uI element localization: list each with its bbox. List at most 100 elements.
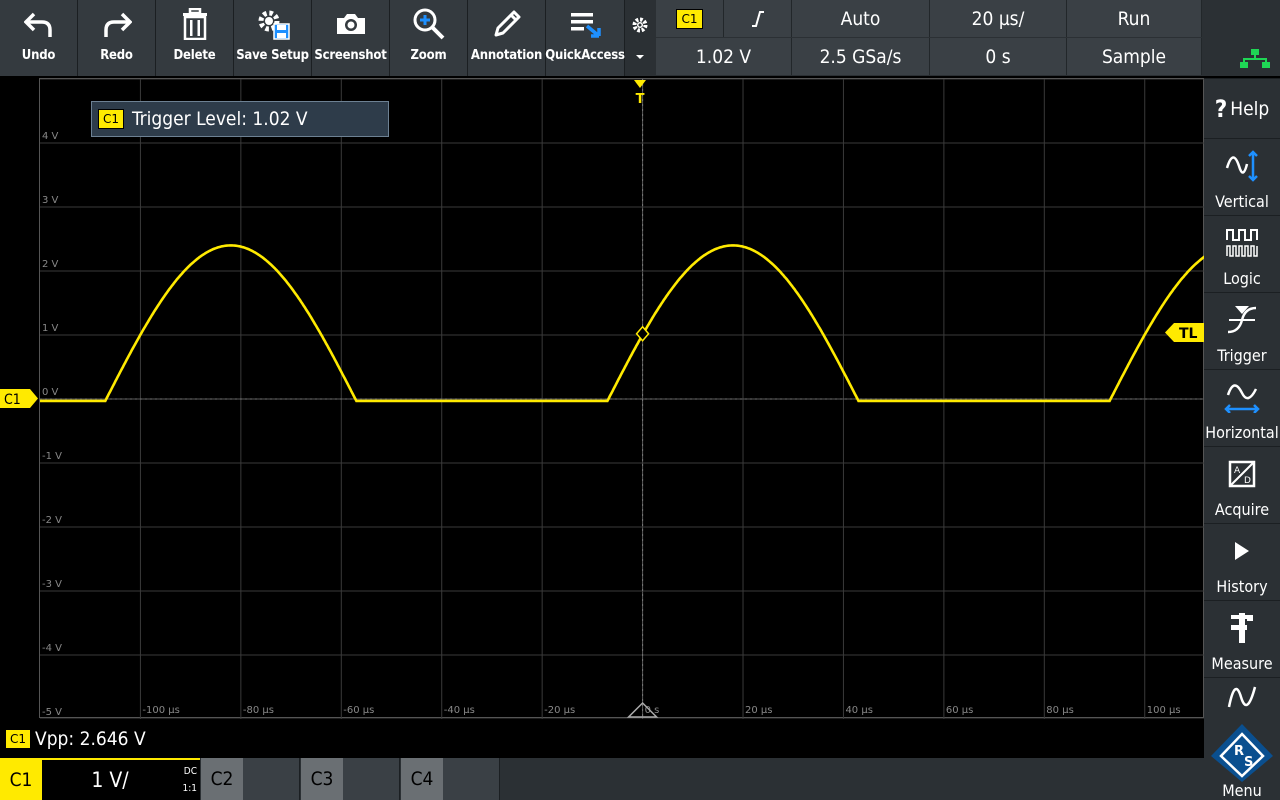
menu-button[interactable]: RS Menu: [1204, 720, 1280, 800]
question-icon: ?: [1214, 94, 1228, 123]
x-tick-label: 60 µs: [946, 705, 973, 716]
horizontal-icon: [1224, 383, 1260, 413]
acquire-mode-indicator[interactable]: Sample: [1067, 38, 1202, 75]
c3-label: C3: [301, 758, 343, 800]
channel-c4-tab[interactable]: C4: [401, 758, 500, 800]
c4-label: C4: [401, 758, 443, 800]
logic-button[interactable]: Logic: [1204, 215, 1280, 292]
popup-text: Trigger Level: 1.02 V: [132, 108, 308, 130]
trigger-source-indicator[interactable]: C1: [656, 0, 724, 37]
acquire-mode-text: Sample: [1101, 45, 1167, 68]
trigger-level-indicator[interactable]: 1.02 V: [656, 38, 792, 75]
chevron-down-icon: [635, 55, 644, 59]
c1-marker-text: C1: [4, 392, 21, 408]
trigger-source-tag: C1: [676, 8, 703, 29]
y-tick-label: -1 V: [42, 451, 62, 462]
trigger-button[interactable]: Trigger: [1204, 292, 1280, 369]
right-sidebar: ? Help Vertical Logic Trigger Horizontal…: [1204, 78, 1280, 800]
zoom-button[interactable]: Zoom: [390, 0, 468, 76]
logic-label: Logic: [1223, 269, 1261, 288]
annotation-button[interactable]: Annotation: [468, 0, 546, 76]
channel-c2-tab[interactable]: C2: [201, 758, 300, 800]
measurement-channel-tag: C1: [5, 729, 32, 749]
x-tick-label: 80 µs: [1046, 705, 1073, 716]
trigger-level-arrow: TL: [1165, 323, 1205, 342]
screenshot-button[interactable]: Screenshot: [312, 0, 390, 76]
run-state-indicator[interactable]: Run: [1067, 0, 1202, 37]
sample-rate-indicator[interactable]: 2.5 GSa/s: [792, 38, 930, 75]
undo-button[interactable]: Undo: [0, 0, 78, 76]
logic-icon: [1226, 228, 1258, 257]
menu-label: Menu: [1222, 781, 1262, 800]
network-icon[interactable]: [1240, 48, 1270, 68]
quickaccess-label: QuickAccess: [545, 48, 625, 63]
history-button[interactable]: History: [1204, 523, 1280, 600]
acquire-icon: AD: [1228, 460, 1256, 487]
x-tick-label: -60 µs: [343, 705, 374, 716]
acquire-label: Acquire: [1214, 500, 1270, 519]
trigger-position-icon: T: [634, 80, 646, 107]
redo-button[interactable]: Redo: [78, 0, 156, 76]
quickaccess-button[interactable]: QuickAccess: [545, 0, 625, 76]
redo-label: Redo: [100, 48, 133, 63]
annotation-label: Annotation: [470, 48, 543, 63]
toolbar-settings-button[interactable]: [625, 0, 654, 76]
horizontal-button[interactable]: Horizontal: [1204, 369, 1280, 446]
save-setup-button[interactable]: Save Setup: [234, 0, 312, 76]
rising-edge-icon: [751, 10, 764, 27]
c1-scale: 1 V/: [91, 768, 129, 792]
measure-button[interactable]: Measure: [1204, 600, 1280, 677]
acquire-button[interactable]: AD Acquire: [1204, 446, 1280, 523]
trigger-mode-indicator[interactable]: Auto: [792, 0, 930, 37]
vertical-button[interactable]: Vertical: [1204, 138, 1280, 215]
camera-icon: [336, 14, 365, 34]
y-tick-label: -5 V: [42, 707, 62, 718]
y-tick-label: -3 V: [42, 579, 62, 590]
timebase-indicator[interactable]: 20 µs/: [930, 0, 1067, 37]
redo-icon: [103, 12, 132, 37]
trigger-position-marker[interactable]: T: [632, 78, 648, 107]
measurement-bar[interactable]: C1 Vpp: 2.646 V: [0, 720, 1204, 758]
trigger-label: Trigger: [1217, 346, 1267, 365]
toolbar: Undo Redo Delete Save Setup Screenshot Z…: [0, 0, 1280, 76]
x-tick-label: -100 µs: [142, 705, 179, 716]
measure-label: Measure: [1211, 654, 1273, 673]
screenshot-label: Screenshot: [314, 48, 387, 63]
vertical-label: Vertical: [1215, 192, 1269, 211]
timebase-text: 20 µs/: [971, 7, 1025, 30]
trigger-slope-indicator[interactable]: [724, 0, 792, 37]
x-tick-label: 20 µs: [745, 705, 772, 716]
measurement-text: Vpp: 2.646 V: [35, 728, 146, 750]
channel-c1-tab[interactable]: C1 1 V/ DC 1:1: [0, 758, 200, 800]
delete-button[interactable]: Delete: [156, 0, 234, 76]
svg-text:S: S: [1244, 755, 1253, 770]
x-tick-label: 40 µs: [845, 705, 872, 716]
waveform-trace: [40, 244, 1205, 403]
waveform-svg: -100 µs -80 µs -60 µs -40 µs -20 µs 0 s 20 µs 4…: [40, 79, 1205, 719]
waveform-display[interactable]: -100 µs -80 µs -60 µs -40 µs -20 µs 0 s 20 µs 4…: [39, 78, 1205, 719]
channel-bar: C1 1 V/ DC 1:1 C2 C3 C4: [0, 758, 1204, 800]
help-label: Help: [1230, 97, 1270, 120]
horizontal-position-indicator[interactable]: 0 s: [930, 38, 1067, 75]
y-tick-label: 3 V: [42, 195, 59, 206]
zoom-label: Zoom: [410, 48, 447, 63]
save-setup-label: Save Setup: [236, 48, 309, 63]
waveform-sidebar-button[interactable]: [1204, 677, 1280, 721]
x-tick-label: -40 µs: [444, 705, 475, 716]
y-tick-label: 4 V: [42, 131, 59, 142]
caliper-icon: [1231, 612, 1253, 643]
y-tick-label: 0 V: [42, 387, 59, 398]
c1-offset-marker[interactable]: C1: [0, 389, 39, 408]
quickaccess-icon: [571, 13, 601, 38]
delete-label: Delete: [173, 48, 216, 63]
trigger-level-marker[interactable]: TL: [1165, 323, 1205, 342]
svg-text:R: R: [1234, 744, 1244, 759]
help-button[interactable]: ? Help: [1204, 78, 1280, 138]
undo-label: Undo: [21, 48, 56, 63]
channel-c3-tab[interactable]: C3: [301, 758, 400, 800]
c2-label: C2: [201, 758, 243, 800]
x-tick-label: -80 µs: [243, 705, 274, 716]
vertical-icon: [1225, 149, 1258, 182]
pencil-icon: [494, 10, 520, 37]
gear-icon: [632, 17, 647, 33]
